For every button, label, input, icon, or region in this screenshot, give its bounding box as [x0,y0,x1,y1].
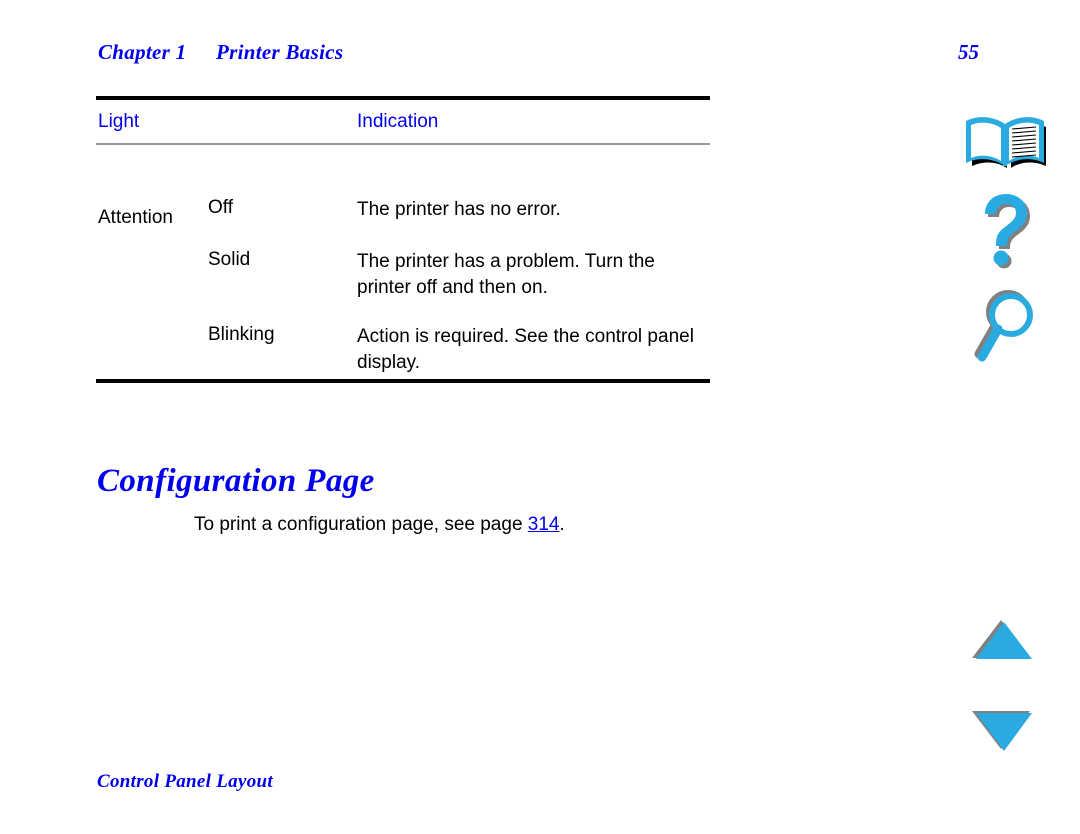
light-state-value: Off [208,197,233,218]
paragraph-text-after: . [559,514,565,535]
page-header: Chapter 1 Printer Basics 55 [0,40,1080,74]
light-state-value: Blinking [208,324,275,345]
light-state-value: Solid [208,249,251,270]
page-footer-label: Control Panel Layout [97,771,273,792]
previous-page-button[interactable] [955,615,1055,665]
indication-value: The printer has no error. [357,199,561,220]
indication-value: The printer has a problem. Turn the prin… [357,251,655,298]
triangle-down-icon [972,711,1032,751]
column-header-light: Light [98,111,140,132]
body-paragraph: To print a configuration page, see page … [194,514,565,536]
open-book-icon [966,117,1046,168]
chapter-title: Printer Basics [216,40,344,64]
row-group-label-attention: Attention [98,207,173,228]
paragraph-text-before: To print a configuration page, see page [194,514,528,535]
next-page-button[interactable] [955,705,1055,755]
status-light-table: Light Indication Attention Off The print… [96,96,710,383]
question-mark-icon [985,194,1030,269]
search-button[interactable] [955,290,1055,370]
section-heading: Configuration Page [97,463,375,500]
page-number: 55 [958,40,979,64]
help-button[interactable] [955,190,1055,270]
table-body: Attention Off The printer has no error. … [96,145,710,379]
triangle-up-icon [972,620,1032,659]
page-reference-link[interactable]: 314 [528,514,560,535]
table-bottom-rule [96,379,710,383]
table-header-row: Light Indication [96,100,710,143]
chapter-label: Chapter 1 [98,40,187,64]
magnifying-glass-icon [974,290,1033,362]
navigation-rail [955,100,1055,780]
contents-button[interactable] [955,112,1055,172]
column-header-indication: Indication [357,111,439,132]
indication-value: Action is required. See the control pane… [357,326,694,373]
